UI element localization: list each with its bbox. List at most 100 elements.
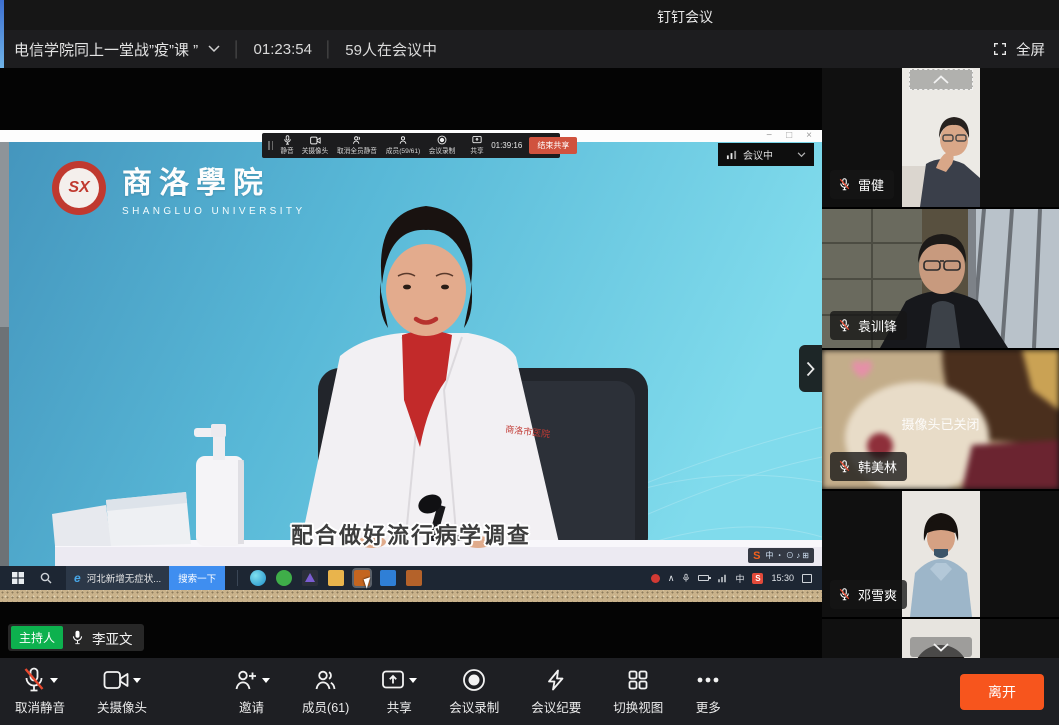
sogou-ime-bar: S 中 ・ ⊙ ♪ ⊞ xyxy=(748,548,814,563)
inner-mute-button: 静音 xyxy=(280,135,294,156)
notification-center-icon xyxy=(802,574,812,583)
camera-off-label: 摄像头已关闭 xyxy=(822,414,1059,433)
participant-name: 韩美林 xyxy=(858,457,897,476)
attendee-count: 59人在会议中 xyxy=(345,39,437,60)
sogou-logo: S xyxy=(753,550,760,562)
windows-start-icon xyxy=(12,572,24,584)
camera-icon xyxy=(103,670,129,690)
tray-red-icon xyxy=(651,574,660,583)
desktop-wallpaper-strip xyxy=(0,590,822,602)
sidebar-collapse-button[interactable] xyxy=(799,345,822,392)
toolbar-left-group: 取消静音 关摄像头 xyxy=(15,667,147,716)
participant-name-badge: 韩美林 xyxy=(830,452,907,481)
chevron-up-icon xyxy=(933,75,949,84)
ellipsis-icon xyxy=(695,668,721,692)
fullscreen-icon xyxy=(992,41,1008,57)
shared-screen-window: − □ × xyxy=(0,130,822,602)
people-icon xyxy=(352,135,362,145)
host-name: 李亚文 xyxy=(92,628,133,648)
member-icon xyxy=(398,135,408,145)
ime-indicator: 中 xyxy=(735,572,744,585)
unmute-button[interactable]: 取消静音 xyxy=(15,667,65,716)
members-button[interactable]: 成员(61) xyxy=(302,667,349,716)
meeting-duration: 01:23:54 xyxy=(254,41,312,58)
taskbar-search-button: 搜索一下 xyxy=(169,566,225,590)
share-button[interactable]: 共享 xyxy=(381,667,417,716)
participant-tile-leijian[interactable]: 雷健 xyxy=(822,68,1059,207)
divider: │ xyxy=(324,41,333,58)
invite-person-icon xyxy=(233,668,258,692)
scroll-participants-up-button[interactable] xyxy=(909,69,973,90)
tray-clock: 15:30 xyxy=(771,573,794,583)
dropdown-caret[interactable] xyxy=(262,678,270,687)
edge-icon xyxy=(250,570,266,586)
shared-status-pill: 会议中 xyxy=(718,143,814,166)
purple-app-icon xyxy=(302,570,318,586)
participant-video xyxy=(902,491,980,617)
file-explorer-icon xyxy=(328,570,344,586)
inner-record-button: 会议录制 xyxy=(428,135,456,156)
fullscreen-button[interactable]: 全屏 xyxy=(992,39,1045,60)
participant-name-badge: 袁训锋 xyxy=(830,311,907,340)
shared-maximize-glyph: □ xyxy=(786,131,792,141)
shared-minimize-glyph: − xyxy=(766,131,772,141)
video-subtitle: 配合做好流行病学调查 xyxy=(0,518,822,550)
dropdown-caret[interactable] xyxy=(133,678,141,687)
camera-off-button[interactable]: 关摄像头 xyxy=(97,667,147,716)
mic-muted-icon xyxy=(838,588,851,601)
scroll-participants-down-button[interactable] xyxy=(910,637,972,657)
participant-tile-hanmeilin[interactable]: 摄像头已关闭 韩美林 xyxy=(822,350,1059,489)
participant-name: 袁训锋 xyxy=(858,316,897,335)
dropdown-caret[interactable] xyxy=(50,678,58,687)
participant-name: 雷健 xyxy=(858,175,884,194)
share-screen-icon xyxy=(381,668,405,692)
dropdown-caret[interactable] xyxy=(409,678,417,687)
meeting-title: 电信学院同上一堂战”疫”课 ” xyxy=(14,39,198,60)
host-role-badge: 主持人 xyxy=(11,626,63,649)
mic-muted-icon xyxy=(838,460,851,473)
inner-timer: 01:39:16 xyxy=(491,141,522,150)
members-icon xyxy=(313,668,338,692)
record-icon xyxy=(462,668,486,692)
shared-inner-toolbar: 静音 关摄像头 取消全员静音 成员(59/61) xyxy=(262,133,560,158)
main-shared-video[interactable]: − □ × xyxy=(0,68,822,658)
more-button[interactable]: 更多 xyxy=(695,667,721,716)
invite-button[interactable]: 邀请 xyxy=(233,667,270,716)
inner-share-button: 共享 xyxy=(470,135,484,156)
meeting-toolbar: 取消静音 关摄像头 邀请 成 xyxy=(0,658,1059,725)
meeting-stage: − □ × xyxy=(0,68,1059,658)
ie-tab-title: 河北新增无症状... xyxy=(87,571,161,585)
ie-browser-tab: e 河北新增无症状... xyxy=(66,566,169,590)
camera-icon xyxy=(310,136,321,145)
shared-close-glyph: × xyxy=(806,131,812,141)
dingtalk-meeting-window: 钉钉会议 电信学院同上一堂战”疫”课 ” │ 01:23:54 │ 59人在会议… xyxy=(0,0,1059,725)
inner-camera-button: 关摄像头 xyxy=(301,136,329,156)
inner-unmute-all-button: 取消全员静音 xyxy=(336,135,378,156)
mic-icon xyxy=(283,135,292,145)
leave-meeting-button[interactable]: 离开 xyxy=(960,674,1044,710)
grid-view-icon xyxy=(626,668,650,692)
university-logo: SX 商洛學院 SHANGLUO UNIVERSITY xyxy=(52,158,306,217)
participant-tile-yuanxunfeng[interactable]: 袁训锋 xyxy=(822,209,1059,348)
lightning-notes-icon xyxy=(544,668,568,692)
university-name-cn: 商洛學院 xyxy=(122,158,306,202)
meeting-info-bar: 电信学院同上一堂战”疫”课 ” │ 01:23:54 │ 59人在会议中 全屏 xyxy=(0,30,1059,68)
switch-view-button[interactable]: 切换视图 xyxy=(613,667,663,716)
university-emblem-icon: SX xyxy=(52,161,106,215)
tray-expand-icon: ∧ xyxy=(668,573,675,584)
ie-icon: e xyxy=(74,571,81,585)
meeting-title-chevron-down-icon[interactable] xyxy=(208,45,220,53)
mic-muted-icon xyxy=(838,178,851,191)
participant-tile-dengxueshuang[interactable]: 邓雪爽 xyxy=(822,491,1059,617)
participant-tile-next-partial[interactable] xyxy=(822,619,1059,658)
mic-muted-icon xyxy=(838,319,851,332)
desktop-edge-sliver xyxy=(0,0,4,68)
window-titlebar: 钉钉会议 xyxy=(0,0,1059,30)
chevron-down-icon xyxy=(933,643,949,652)
sogou-glyphs: 中 ・ ⊙ ♪ ⊞ xyxy=(765,550,809,561)
minutes-button[interactable]: 会议纪要 xyxy=(531,667,581,716)
shared-status-label: 会议中 xyxy=(743,147,773,162)
record-button[interactable]: 会议录制 xyxy=(449,667,499,716)
chevron-down-icon xyxy=(797,152,806,158)
drag-grip-icon xyxy=(268,141,273,150)
